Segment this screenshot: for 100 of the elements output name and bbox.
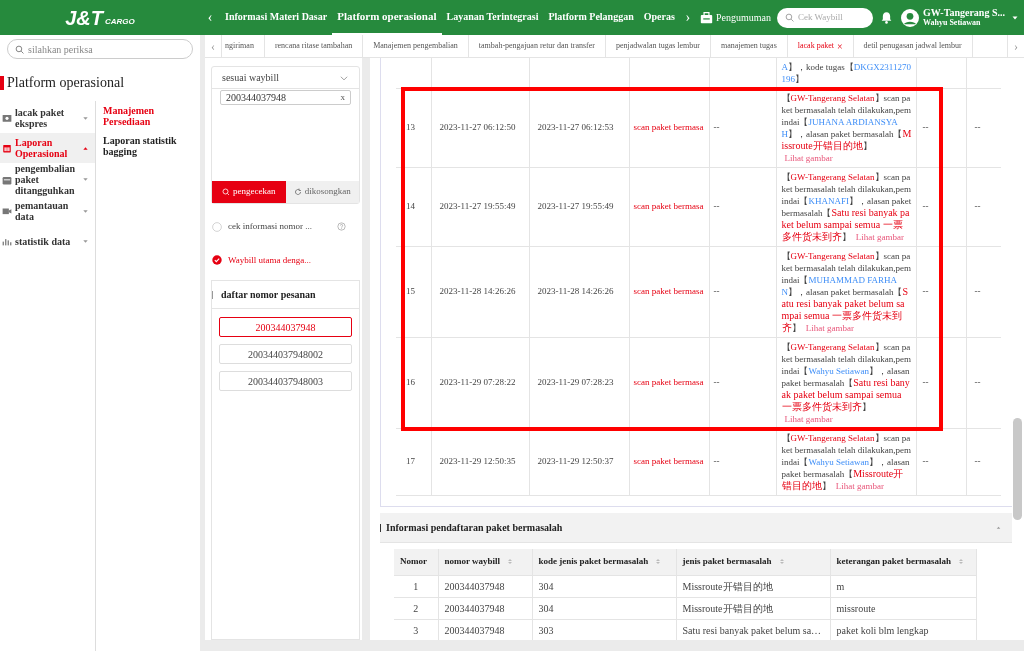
table-cell: 2023-11-28 14:26:26	[529, 246, 629, 338]
menu-item[interactable]: pengembalian paket ditangguhkan	[0, 163, 95, 196]
table-cell: 2	[394, 597, 438, 619]
table-cell: 1	[394, 575, 438, 597]
option-label: Waybill utama denga...	[228, 253, 311, 267]
table-cell: 200344037948	[438, 575, 532, 597]
section-title: Informasi pendaftaran paket bermasalah	[386, 521, 563, 535]
tab[interactable]: detil penugasan jadwal lembur	[853, 35, 973, 57]
table-cell: 2023-11-29 12:50:35	[431, 428, 529, 496]
next-button[interactable]: ›	[679, 7, 696, 28]
search-button[interactable]: pengecekan	[212, 181, 286, 203]
order-item[interactable]: 200344037948003	[219, 371, 352, 391]
table-cell: Missroute开错目的地	[676, 575, 830, 597]
nav-item[interactable]: Operas	[638, 0, 680, 35]
menu-item[interactable]: statistik data	[0, 226, 95, 256]
table-cell: --	[966, 88, 1001, 168]
search-input[interactable]: Cek Waybill	[797, 10, 865, 25]
table-cell: scan paket bermasa	[629, 167, 709, 247]
table-cell: --	[966, 337, 1001, 429]
table-cell: paket koli blm lengkap	[830, 619, 976, 640]
description-text: 【GW-Tangerang Selatan】scan paket bermasalah telah dilakukan,pemindai【JUHANA ARDIANSYAH】，alasan paket bermasalah【Missroute开错目的地】 Lihat gambar	[781, 92, 912, 164]
description-text: A】，kode tugas【DKGX2311270196】	[781, 61, 912, 85]
table-cell: missroute	[830, 597, 976, 619]
table-cell: 200344037948	[438, 619, 532, 640]
table-cell: 2023-11-28 14:26:26	[431, 246, 529, 338]
table-cell: 17	[396, 428, 431, 496]
tab[interactable]: ngiriman	[222, 35, 265, 57]
table-cell: --	[916, 428, 966, 496]
description-text: 【GW-Tangerang Selatan】scan paket bermasalah telah dilakukan,pemindai【Wahyu Setiawan】，alasan paket bermasalah【Satu resi banyak paket belum sampai semua 一票多件货未到齐】 Lihat gambar	[781, 341, 912, 425]
table-cell: 16	[396, 337, 431, 429]
image-link[interactable]: Lihat gambar	[784, 414, 833, 424]
table-cell: 2023-11-27 19:55:49	[529, 167, 629, 247]
nav-item[interactable]: Layanan Terintegrasi	[441, 0, 544, 35]
table-cell: scan paket bermasa	[629, 428, 709, 496]
description-text: 【GW-Tangerang Selatan】scan paket bermasalah telah dilakukan,pemindai【KHANAFI】，alasan paket bermasalah【Satu resi banyak paket belum sampai semua 一票多件货未到齐】 Lihat gambar	[781, 171, 912, 243]
description-text: 【GW-Tangerang Selatan】scan paket bermasalah telah dilakukan,pemindai【Wahyu Setiawan】，alasan paket bermasalah【Missroute开错目的地】 Lihat gambar	[781, 432, 912, 492]
table-cell: --	[916, 337, 966, 429]
section-header[interactable]: Informasi pendaftaran paket bermasalah	[380, 513, 1012, 543]
table-cell: 2023-11-29 07:28:22	[431, 337, 529, 429]
table-cell: --	[916, 246, 966, 338]
table-cell: m	[830, 575, 976, 597]
tab[interactable]: tambah-pengajuan retur dan transfer	[468, 35, 606, 57]
search-input[interactable]: silahkan periksa	[28, 41, 185, 57]
column-header: Nomor	[400, 555, 427, 568]
image-link[interactable]: Lihat gambar	[855, 232, 904, 242]
image-link[interactable]: Lihat gambar	[835, 481, 884, 491]
table-cell: 200344037948	[438, 597, 532, 619]
nav-item[interactable]: Platform Pelanggan	[543, 0, 639, 35]
image-link[interactable]: Lihat gambar	[784, 153, 833, 163]
user-role: Wahyu Setiawan	[922, 19, 981, 27]
tab[interactable]: penjadwalan tugas lembur	[606, 35, 711, 57]
tab[interactable]: manajemen tugas	[711, 35, 788, 57]
reset-button[interactable]: dikosongkan	[285, 181, 359, 203]
table-cell: 14	[396, 167, 431, 247]
table-cell: 15	[396, 246, 431, 338]
table-cell: --	[916, 88, 966, 168]
image-link[interactable]: Lihat gambar	[805, 323, 854, 333]
logo: J&TCARGO	[64, 7, 136, 28]
input-field[interactable]: 200344037948 x	[212, 89, 359, 181]
table-cell: --	[709, 246, 776, 338]
next-button[interactable]: ›	[1007, 35, 1024, 57]
table-cell: --	[709, 88, 776, 168]
table-cell: 13	[396, 88, 431, 168]
nav-item[interactable]: Informasi Materi Dasar	[220, 0, 333, 35]
tab[interactable]: rencana ritase tambahan	[264, 35, 364, 57]
option-label: cek informasi nomor ...	[228, 220, 312, 233]
menu-item[interactable]: pemantauan data	[0, 196, 95, 226]
table-cell: --	[966, 428, 1001, 496]
table-cell: 304	[532, 575, 676, 597]
search-field[interactable]: Cek Waybill	[776, 7, 873, 28]
column-header: kode jenis paket bermasalah	[538, 555, 649, 568]
sidebar-title: Platform operasional	[7, 74, 125, 92]
table-cell: 304	[532, 597, 676, 619]
menu-item[interactable]: Laporan Operasional	[0, 133, 95, 163]
tab[interactable]: lacak paket ×	[787, 35, 854, 57]
table-cell: scan paket bermasa	[629, 88, 709, 168]
table-cell: --	[966, 167, 1001, 247]
table-cell: --	[709, 337, 776, 429]
table-cell: 2023-11-29 07:28:23	[529, 337, 629, 429]
previous-button[interactable]: ‹	[200, 7, 220, 28]
list-title: daftar nomor pesanan	[221, 288, 316, 302]
table-cell: --	[916, 167, 966, 247]
table-cell: scan paket bermasa	[629, 246, 709, 338]
column-header: keterangan paket bermasalah	[836, 555, 951, 568]
menu-item[interactable]: lacak paket ekspres	[0, 103, 95, 133]
table-cell: 2023-11-27 06:12:53	[529, 88, 629, 168]
table-cell: 3	[394, 619, 438, 640]
table-cell: --	[966, 246, 1001, 338]
order-item[interactable]: 200344037948002	[219, 344, 352, 364]
dropdown[interactable]: sesuai waybill	[212, 67, 359, 89]
announcement-button[interactable]: Pengumuman	[695, 10, 775, 25]
submenu-item[interactable]: Laporan statistik bagging	[103, 135, 183, 157]
tab[interactable]: Manajemen pengembalian	[363, 35, 469, 57]
previous-button[interactable]: ‹	[205, 35, 222, 57]
table-cell: 2023-11-29 12:50:37	[529, 428, 629, 496]
tag-text: 200344037948	[226, 91, 286, 105]
order-item[interactable]: 200344037948	[219, 317, 352, 337]
close-icon[interactable]: ×	[836, 38, 843, 54]
submenu-item[interactable]: Manajemen Persediaan	[103, 105, 183, 127]
remove-button[interactable]: x	[340, 90, 345, 105]
